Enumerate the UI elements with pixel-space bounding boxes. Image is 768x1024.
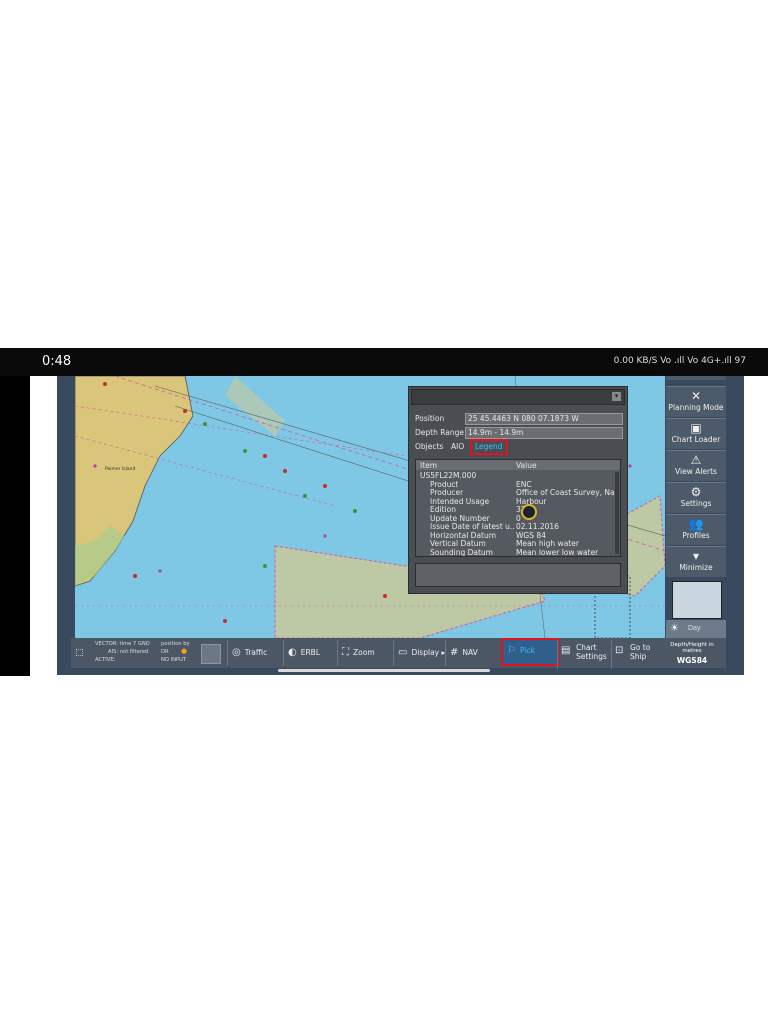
depth-units-panel: Depth/Height in metres WGS84 [662,640,722,666]
position-value: 25 45.4463 N 080 07.1873 W [465,413,623,425]
erbl-label: ERBL [300,648,321,657]
table-header: Item Value [416,460,620,470]
planning-mode-button[interactable]: ✕ Planning Mode [666,386,726,417]
traffic-button[interactable]: ◎ Traffic [227,640,282,666]
erbl-button[interactable]: ◐ ERBL [283,640,336,666]
chart-settings-icon: ▤ [561,645,571,656]
tab-objects[interactable]: Objects [415,441,443,453]
row-item: Sounding Datum [430,547,493,557]
settings-label: Settings [680,499,712,508]
depth-height-label: Depth/Height in metres [670,642,714,654]
dr-info: DR [161,649,169,655]
zoom-button[interactable]: ⛶ Zoom [337,640,392,666]
nav-button[interactable]: # NAV [445,640,502,666]
chart-settings-button[interactable]: ▤ Chart Settings [557,640,610,669]
radar-icon: ◎ [232,647,241,658]
depth-row: Depth Range 14.9m - 14.9m [413,427,623,439]
status-dot-icon: ● [181,647,188,655]
nav-info: ⬚ VECTOR: time 7 GND AIS: not filtered A… [73,640,221,666]
panel-footer [415,563,621,587]
monitor-icon: ▭ [398,647,408,658]
day-mode-toggle[interactable]: ☀ Day [666,620,726,638]
view-alerts-button[interactable]: ⚠ View Alerts [666,450,726,481]
erbl-icon: ◐ [288,647,297,658]
chart-loader-button[interactable]: ▣ Chart Loader [666,418,726,449]
tab-legend[interactable]: Legend [470,439,508,455]
ais-info: AIS: not filtered [108,649,149,655]
table-row[interactable]: Sounding Datum Mean lower low water [416,548,614,557]
left-edge [0,376,30,676]
map-pick-icon: ⚐ [507,645,516,656]
pick-label: Pick [519,646,535,655]
vector-info: VECTOR: time 7 GND [95,641,150,647]
bottom-toolbar: ⬚ VECTOR: time 7 GND AIS: not filtered A… [71,638,726,669]
chart-settings-label: Chart Settings [576,643,607,661]
ship-mode-icon[interactable] [201,644,221,664]
island-label: Palmer Island [105,466,135,472]
ship-target-icon: ⊡ [615,645,624,656]
column-value: Value [516,461,537,470]
status-time: 0:48 [42,354,72,369]
zoom-label: Zoom [353,648,375,657]
right-menu-top-strip [666,376,726,380]
planning-mode-label: Planning Mode [668,403,724,412]
depth-value: 14.9m - 14.9m [465,427,623,439]
position-row: Position 25 45.4463 N 080 07.1873 W [413,413,623,425]
go-to-ship-label: Go to Ship [630,643,651,661]
day-label: Day [688,625,701,632]
traffic-label: Traffic [244,648,268,657]
gear-icon: ⚙ [690,485,702,499]
zoom-icon: ⛶ [342,647,349,658]
profiles-button[interactable]: 👥 Profiles [666,514,726,545]
legend-table: Item Value US5FL22M.000 Product ENC Produ… [415,459,621,557]
tools-icon: ✕ [690,389,702,403]
table-scrollbar[interactable] [615,472,619,554]
status-icons: 0.00 KB/S Vo .ıll Vo 4G+.ıll 97 [613,356,746,366]
display-label: Display [411,648,440,657]
scale-preview[interactable] [672,581,722,619]
pick-report-panel: ▾ Position 25 45.4463 N 080 07.1873 W De… [408,386,628,594]
display-button[interactable]: ▭ Display ▸ [393,640,446,666]
datum-label: WGS84 [676,656,708,665]
ecdis-app: Palmer Island ▾ Position 25 45.4463 N 08… [57,376,744,675]
active-info: ACTIVE: [95,657,116,663]
chart-loader-label: Chart Loader [671,435,721,444]
minimize-label: Minimize [679,563,713,572]
nav-label: NAV [462,648,478,657]
chevron-down-icon: ▾ [692,549,700,563]
minimize-button[interactable]: ▾ Minimize [666,546,726,577]
profiles-icon: 👥 [688,517,704,531]
depth-label: Depth Range [415,428,464,437]
vector-select-icon[interactable]: ⬚ [75,648,84,658]
panel-title-bar: ▾ [411,389,625,405]
column-item: Item [420,461,438,470]
tab-aio[interactable]: AIO [451,441,464,453]
row-value: Mean lower low water [516,547,599,557]
settings-button[interactable]: ⚙ Settings [666,482,726,513]
go-to-ship-button[interactable]: ⊡ Go to Ship [611,640,664,669]
profiles-label: Profiles [682,531,710,540]
view-alerts-label: View Alerts [675,467,717,476]
status-bar: 0:48 0.00 KB/S Vo .ıll Vo 4G+.ıll 97 [0,348,768,376]
position-label: Position [415,414,445,423]
nautical-chart[interactable]: Palmer Island ▾ Position 25 45.4463 N 08… [75,376,665,638]
chart-loader-icon: ▣ [690,421,702,435]
right-menu: ✕ Planning Mode ▣ Chart Loader ⚠ View Alert… [666,376,726,638]
close-icon[interactable]: ▾ [612,392,621,401]
alert-icon: ⚠ [690,453,702,467]
grid-icon: # [450,647,459,658]
touch-cursor [521,504,537,520]
home-indicator[interactable] [278,669,490,672]
sun-icon: ☀ [670,623,679,634]
no-input-info: NO INPUT [161,657,187,663]
pick-button[interactable]: ⚐ Pick [501,638,559,666]
